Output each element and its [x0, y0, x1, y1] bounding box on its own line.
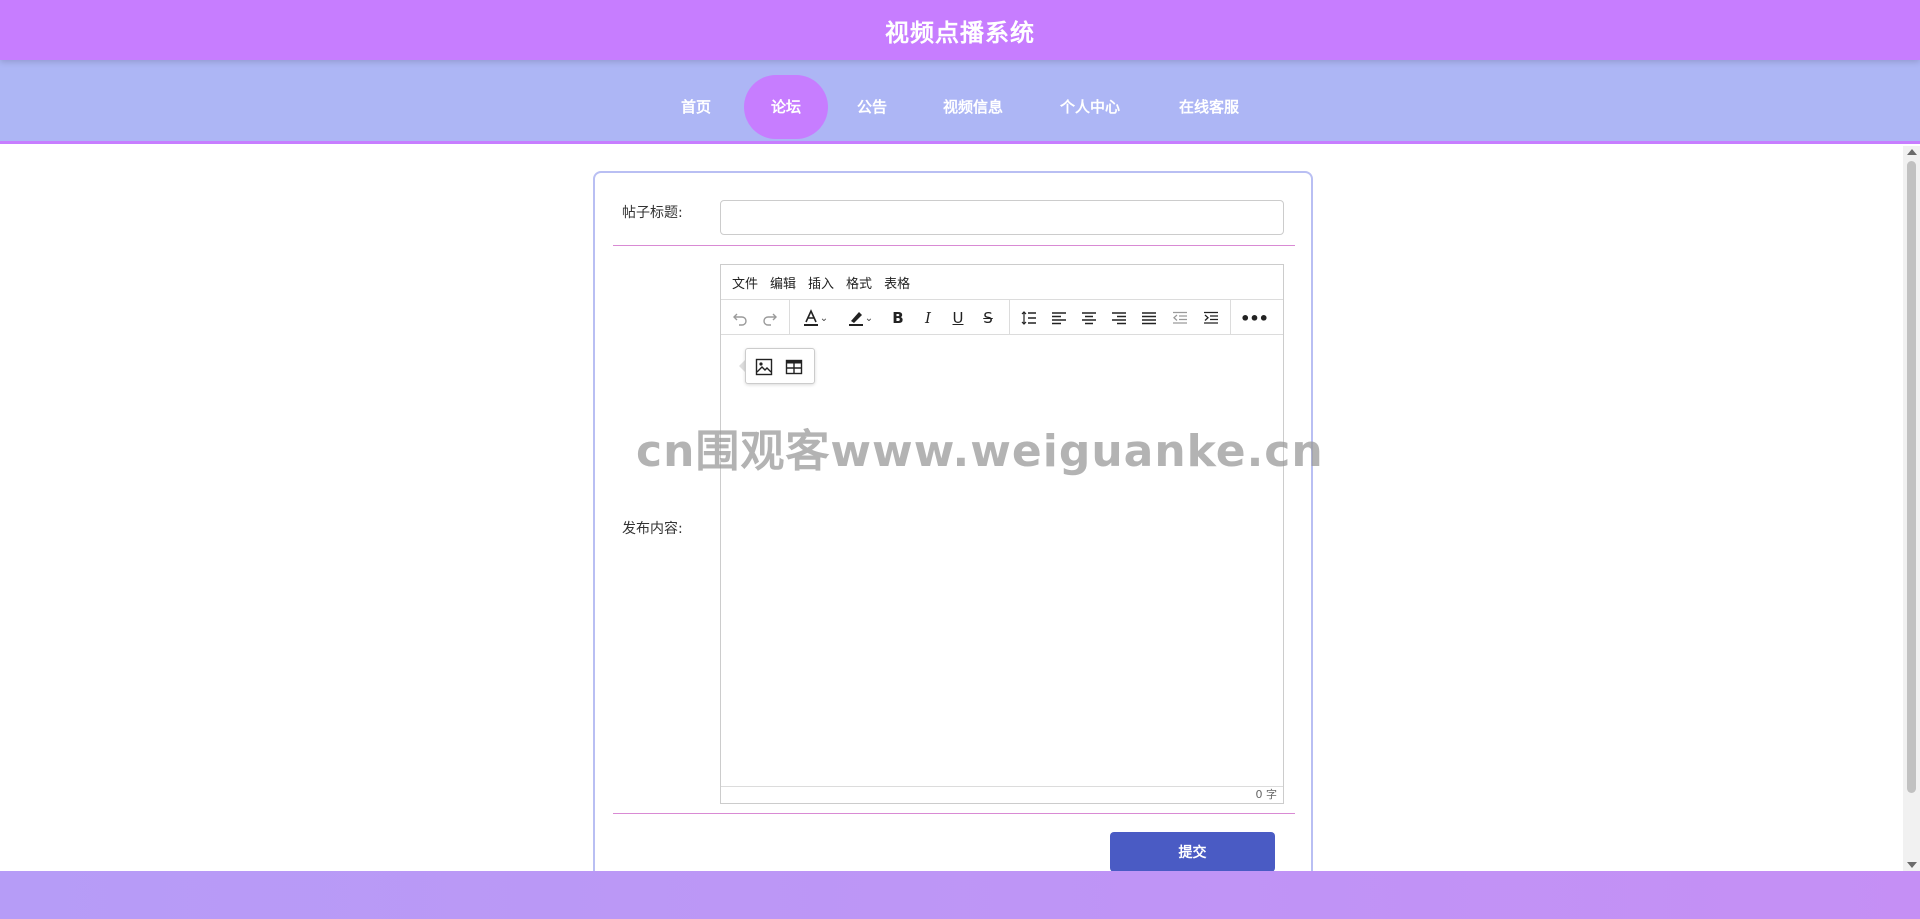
scroll-down-icon[interactable]	[1907, 862, 1917, 868]
nav-item-forum[interactable]: 论坛	[744, 75, 828, 139]
menu-edit[interactable]: 编辑	[764, 273, 802, 292]
post-form-card: 帖子标题: 发布内容: 文件 编辑 插入 格式 表格 ⌄ ⌄ B I U S •…	[593, 171, 1313, 891]
italic-icon[interactable]: I	[917, 306, 939, 330]
post-content-label: 发布内容:	[622, 521, 683, 537]
divider	[613, 245, 1295, 246]
toolbar-separator	[1009, 300, 1010, 335]
align-center-icon[interactable]	[1077, 306, 1101, 330]
page-footer	[0, 871, 1920, 919]
editor-statusbar: 0 字	[721, 786, 1283, 803]
app-header: 视频点播系统	[0, 0, 1920, 60]
strikethrough-icon[interactable]: S	[977, 306, 999, 330]
app-title: 视频点播系统	[885, 18, 1035, 47]
rich-text-editor[interactable]: 文件 编辑 插入 格式 表格 ⌄ ⌄ B I U S ••• 0 字	[720, 264, 1284, 804]
chevron-down-icon: ⌄	[819, 312, 829, 324]
underline-icon[interactable]: U	[947, 306, 969, 330]
text-color-icon[interactable]: ⌄	[797, 306, 833, 330]
image-icon[interactable]	[752, 355, 776, 379]
submit-button[interactable]: 提交	[1110, 832, 1275, 872]
menu-table[interactable]: 表格	[878, 273, 916, 292]
chevron-down-icon: ⌄	[864, 312, 874, 324]
vertical-scrollbar[interactable]	[1903, 146, 1920, 871]
redo-icon[interactable]	[759, 306, 781, 330]
align-justify-icon[interactable]	[1137, 306, 1161, 330]
post-title-input[interactable]	[720, 200, 1284, 235]
nav-item-home[interactable]: 首页	[666, 75, 726, 139]
nav-item-video-info[interactable]: 视频信息	[935, 75, 1011, 139]
nav-item-announcements[interactable]: 公告	[842, 75, 902, 139]
scrollbar-thumb[interactable]	[1907, 161, 1916, 793]
editor-menubar: 文件 编辑 插入 格式 表格	[721, 265, 1283, 300]
more-icon[interactable]: •••	[1239, 306, 1269, 330]
nav-item-online-service[interactable]: 在线客服	[1171, 75, 1247, 139]
align-left-icon[interactable]	[1047, 306, 1071, 330]
quick-insert-toolbar	[745, 348, 815, 384]
undo-icon[interactable]	[729, 306, 751, 330]
table-icon[interactable]	[782, 355, 806, 379]
menu-format[interactable]: 格式	[840, 273, 878, 292]
divider	[613, 813, 1295, 814]
nav-item-personal-center[interactable]: 个人中心	[1052, 75, 1128, 139]
toolbar-separator	[789, 300, 790, 335]
post-title-label: 帖子标题:	[622, 205, 683, 221]
main-nav: 首页 论坛 公告 视频信息 个人中心 在线客服	[0, 60, 1920, 144]
line-height-icon[interactable]	[1017, 306, 1041, 330]
menu-insert[interactable]: 插入	[802, 273, 840, 292]
indent-icon[interactable]	[1199, 306, 1223, 330]
word-count: 0 字	[1255, 788, 1278, 801]
toolbar-separator	[1230, 300, 1231, 335]
scroll-up-icon[interactable]	[1907, 149, 1917, 155]
menu-file[interactable]: 文件	[726, 273, 764, 292]
editor-toolbar: ⌄ ⌄ B I U S •••	[721, 300, 1283, 335]
highlight-color-icon[interactable]: ⌄	[841, 306, 879, 330]
outdent-icon[interactable]	[1168, 306, 1192, 330]
bold-icon[interactable]: B	[887, 306, 909, 330]
align-right-icon[interactable]	[1107, 306, 1131, 330]
